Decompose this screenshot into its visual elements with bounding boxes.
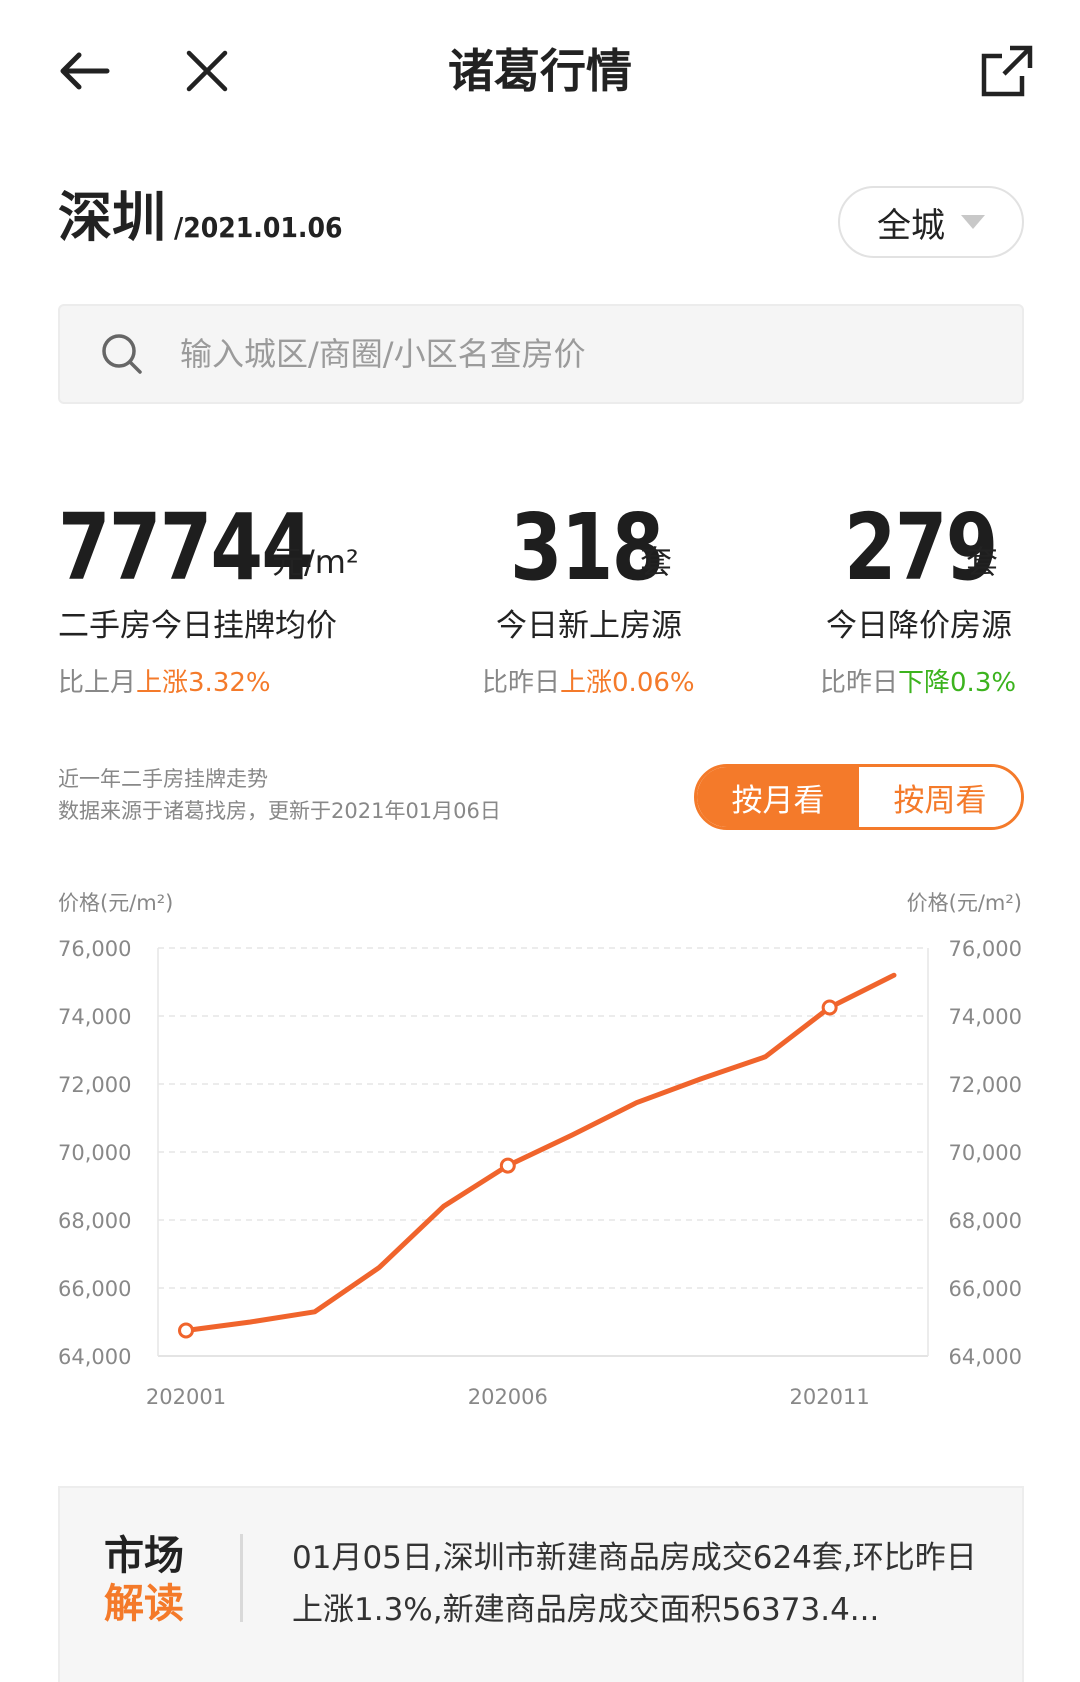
trend-source: 数据来源于诸葛找房，更新于2021年01月06日 — [58, 799, 501, 823]
stat-avg-price-label: 二手房今日挂牌均价 — [58, 608, 337, 644]
y-axis-label-right: 价格(元/m²) — [907, 891, 1022, 915]
stat-price-cut-unit: 套 — [966, 543, 999, 581]
stat-new-listings-label: 今日新上房源 — [496, 608, 682, 644]
stat-price-cut-label: 今日降价房源 — [826, 608, 1012, 644]
tab-weekly[interactable]: 按周看 — [859, 767, 1021, 827]
y-tick-label-left: 70,000 — [58, 1141, 131, 1165]
market-reading-logo: 市场 解读 — [104, 1533, 184, 1627]
stat-avg-price-change: 上涨3.32% — [136, 668, 271, 698]
chevron-down-icon — [961, 215, 985, 229]
data-point-marker — [178, 1322, 194, 1339]
stat-avg-price-compare: 比上月上涨3.32% — [58, 668, 271, 698]
y-tick-label-left: 68,000 — [58, 1209, 131, 1233]
stat-new-listings-unit: 套 — [640, 543, 673, 581]
stat-price-cut-change: 下降0.3% — [898, 668, 1017, 698]
y-tick-label-left: 72,000 — [58, 1073, 131, 1097]
stat-new-listings-change: 上涨0.06% — [560, 668, 695, 698]
stat-price-cut-compare: 比昨日下降0.3% — [820, 668, 1017, 698]
district-label: 全城 — [877, 205, 945, 246]
y-tick-label-right: 66,000 — [949, 1277, 1022, 1301]
series-line — [183, 972, 897, 1333]
stat-new-listings-compare: 比昨日上涨0.06% — [482, 668, 695, 698]
x-tick-label: 202001 — [146, 1385, 226, 1409]
data-point-marker — [821, 999, 838, 1016]
stat-avg-price-unit: 元/m² — [272, 543, 359, 581]
search-bar[interactable] — [58, 304, 1024, 404]
y-tick-label-right: 72,000 — [949, 1073, 1022, 1097]
search-icon — [102, 334, 142, 374]
share-external-icon — [981, 45, 1033, 97]
market-reading-card[interactable]: 市场 解读 01月05日,深圳市新建商品房成交624套,环比昨日上涨1.3%,新… — [58, 1486, 1024, 1682]
x-tick-label: 202011 — [790, 1385, 870, 1409]
x-tick-label: 202006 — [468, 1385, 548, 1409]
y-tick-label-right: 64,000 — [949, 1345, 1022, 1369]
divider — [240, 1534, 243, 1622]
date-label: /2021.01.06 — [174, 211, 343, 244]
price-trend-chart: 价格(元/m²) 价格(元/m²) 76,000 76,000 74,000 74,000… — [58, 891, 1022, 1409]
period-toggle[interactable]: 按月看 按周看 — [694, 764, 1024, 830]
trend-title: 近一年二手房挂牌走势 — [58, 767, 268, 791]
district-dropdown[interactable]: 全城 — [838, 186, 1024, 258]
data-point-marker — [499, 1157, 516, 1174]
market-reading-text: 01月05日,深圳市新建商品房成交624套,环比昨日上涨1.3%,新建商品房成交… — [292, 1540, 977, 1628]
y-tick-label-left: 64,000 — [58, 1345, 131, 1369]
y-tick-label-left: 74,000 — [58, 1005, 131, 1029]
page-title: 诸葛行情 — [448, 44, 632, 98]
y-tick-label-right: 70,000 — [949, 1141, 1022, 1165]
search-input[interactable] — [178, 334, 982, 374]
y-tick-label-right: 74,000 — [949, 1005, 1022, 1029]
y-tick-label-right: 68,000 — [949, 1209, 1022, 1233]
city-name: 深圳 — [58, 186, 166, 249]
tab-monthly[interactable]: 按月看 — [697, 767, 859, 827]
y-tick-label-right: 76,000 — [949, 937, 1022, 961]
y-axis-label-left: 价格(元/m²) — [58, 891, 173, 915]
share-button[interactable] — [972, 36, 1042, 106]
y-tick-label-left: 76,000 — [58, 937, 131, 961]
y-tick-label-left: 66,000 — [58, 1277, 131, 1301]
